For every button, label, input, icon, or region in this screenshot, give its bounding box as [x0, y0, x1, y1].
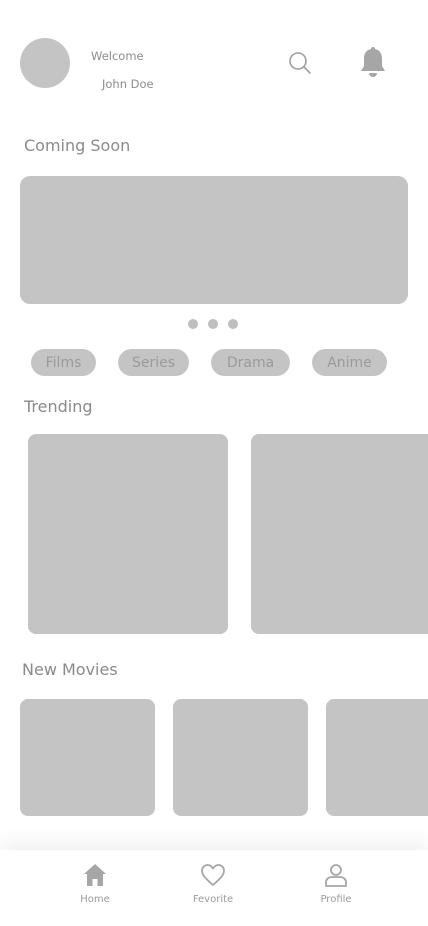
heart-icon	[201, 864, 225, 886]
home-icon	[84, 864, 106, 886]
carousel-dot[interactable]	[208, 319, 218, 329]
username: John Doe	[102, 77, 154, 91]
section-title-new-movies: New Movies	[22, 660, 118, 679]
carousel-dot[interactable]	[188, 319, 198, 329]
section-title-coming-soon: Coming Soon	[24, 136, 131, 155]
category-chip-anime[interactable]: Anime	[312, 349, 387, 376]
trending-card[interactable]	[28, 434, 228, 634]
nav-item-profile[interactable]: Profile	[296, 850, 376, 926]
trending-card[interactable]	[251, 434, 428, 634]
avatar[interactable]	[20, 38, 70, 88]
section-title-trending: Trending	[24, 397, 93, 416]
carousel-indicator	[188, 319, 238, 329]
nav-label-profile: Profile	[320, 894, 352, 905]
welcome-text: Welcome	[91, 49, 144, 63]
category-chip-series[interactable]: Series	[118, 349, 189, 376]
user-icon	[325, 864, 347, 887]
new-movie-card[interactable]	[20, 699, 155, 816]
nav-item-favorite[interactable]: Fevorite	[173, 850, 253, 926]
new-movie-card[interactable]	[326, 699, 428, 816]
bell-icon[interactable]	[358, 46, 388, 78]
category-chip-films[interactable]: Films	[31, 349, 96, 376]
nav-label-favorite: Fevorite	[192, 894, 234, 905]
carousel-dot[interactable]	[228, 319, 238, 329]
new-movie-card[interactable]	[173, 699, 308, 816]
nav-label-home: Home	[80, 894, 110, 905]
search-icon[interactable]	[288, 51, 312, 75]
nav-item-home[interactable]: Home	[55, 850, 135, 926]
category-chip-drama[interactable]: Drama	[211, 349, 290, 376]
coming-soon-banner[interactable]	[20, 176, 408, 304]
bottom-nav: Home Fevorite Profile	[0, 850, 428, 926]
